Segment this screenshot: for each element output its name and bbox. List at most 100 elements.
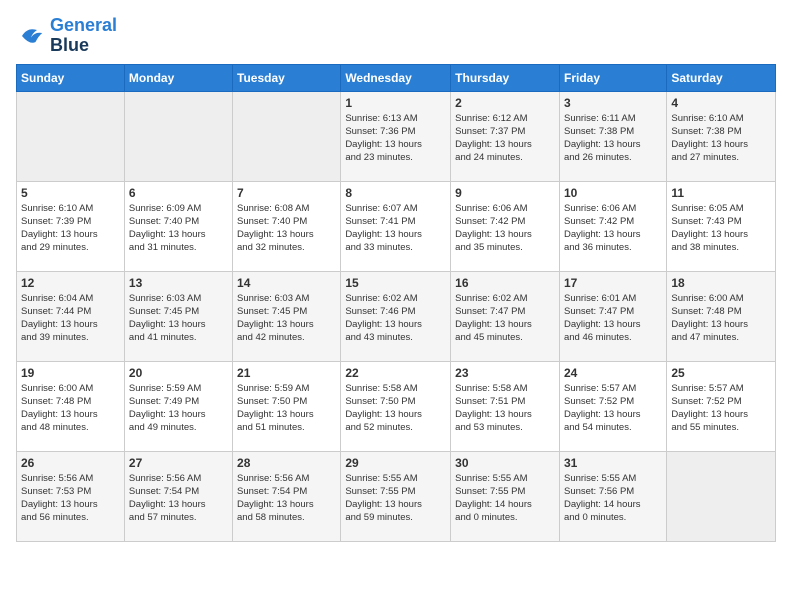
day-number: 16 [455, 276, 555, 290]
day-number: 10 [564, 186, 662, 200]
column-header-thursday: Thursday [451, 64, 560, 91]
day-info: Sunrise: 6:13 AM Sunset: 7:36 PM Dayligh… [345, 112, 446, 165]
day-info: Sunrise: 6:06 AM Sunset: 7:42 PM Dayligh… [564, 202, 662, 255]
day-info: Sunrise: 5:56 AM Sunset: 7:54 PM Dayligh… [129, 472, 228, 525]
calendar-cell: 12Sunrise: 6:04 AM Sunset: 7:44 PM Dayli… [17, 271, 125, 361]
day-number: 1 [345, 96, 446, 110]
day-info: Sunrise: 5:58 AM Sunset: 7:50 PM Dayligh… [345, 382, 446, 435]
calendar-cell: 31 Sunrise: 5:55 AM Sunset: 7:56 PM Dayli… [559, 451, 666, 541]
day-number: 3 [564, 96, 662, 110]
column-header-sunday: Sunday [17, 64, 125, 91]
day-info: Sunrise: 6:00 AM Sunset: 7:48 PM Dayligh… [671, 292, 771, 345]
calendar-table: SundayMondayTuesdayWednesdayThursdayFrid… [16, 64, 776, 542]
day-info: Sunrise: 6:10 AM Sunset: 7:38 PM Dayligh… [671, 112, 771, 165]
column-header-saturday: Saturday [667, 64, 776, 91]
day-info: Sunrise: 6:07 AM Sunset: 7:41 PM Dayligh… [345, 202, 446, 255]
calendar-cell: 28 Sunrise: 5:56 AM Sunset: 7:54 PM Dayli… [233, 451, 341, 541]
day-number: 11 [671, 186, 771, 200]
day-number: 27 [129, 456, 228, 470]
day-info: Sunrise: 5:55 AM Sunset: 7:55 PM Dayligh… [345, 472, 446, 525]
calendar-cell: 6Sunrise: 6:09 AM Sunset: 7:40 PM Daylig… [124, 181, 232, 271]
calendar-cell: 14 Sunrise: 6:03 AM Sunset: 7:45 PM Dayli… [233, 271, 341, 361]
calendar-cell: 1 Sunrise: 6:13 AM Sunset: 7:36 PM Daylig… [341, 91, 451, 181]
calendar-cell: 25 Sunrise: 5:57 AM Sunset: 7:52 PM Dayli… [667, 361, 776, 451]
day-info: Sunrise: 6:11 AM Sunset: 7:38 PM Dayligh… [564, 112, 662, 165]
day-info: Sunrise: 5:56 AM Sunset: 7:53 PM Dayligh… [21, 472, 120, 525]
week-row-2: 5 Sunrise: 6:10 AM Sunset: 7:39 PM Daylig… [17, 181, 776, 271]
calendar-cell: 17 Sunrise: 6:01 AM Sunset: 7:47 PM Dayli… [559, 271, 666, 361]
calendar-cell: 30Sunrise: 5:55 AM Sunset: 7:55 PM Dayli… [451, 451, 560, 541]
calendar-cell: 4 Sunrise: 6:10 AM Sunset: 7:38 PM Daylig… [667, 91, 776, 181]
week-row-5: 26 Sunrise: 5:56 AM Sunset: 7:53 PM Dayli… [17, 451, 776, 541]
day-info: Sunrise: 6:00 AM Sunset: 7:48 PM Dayligh… [21, 382, 120, 435]
day-info: Sunrise: 5:59 AM Sunset: 7:49 PM Dayligh… [129, 382, 228, 435]
column-header-wednesday: Wednesday [341, 64, 451, 91]
day-info: Sunrise: 5:57 AM Sunset: 7:52 PM Dayligh… [671, 382, 771, 435]
day-number: 14 [237, 276, 336, 290]
day-number: 31 [564, 456, 662, 470]
calendar-cell [17, 91, 125, 181]
day-info: Sunrise: 6:10 AM Sunset: 7:39 PM Dayligh… [21, 202, 120, 255]
week-row-4: 19 Sunrise: 6:00 AM Sunset: 7:48 PM Dayli… [17, 361, 776, 451]
day-number: 19 [21, 366, 120, 380]
day-info: Sunrise: 5:58 AM Sunset: 7:51 PM Dayligh… [455, 382, 555, 435]
day-number: 18 [671, 276, 771, 290]
calendar-cell: 29 Sunrise: 5:55 AM Sunset: 7:55 PM Dayli… [341, 451, 451, 541]
day-info: Sunrise: 5:55 AM Sunset: 7:56 PM Dayligh… [564, 472, 662, 525]
day-info: Sunrise: 5:57 AM Sunset: 7:52 PM Dayligh… [564, 382, 662, 435]
logo-icon [16, 21, 46, 51]
day-number: 13 [129, 276, 228, 290]
day-info: Sunrise: 6:12 AM Sunset: 7:37 PM Dayligh… [455, 112, 555, 165]
day-info: Sunrise: 6:04 AM Sunset: 7:44 PM Dayligh… [21, 292, 120, 345]
day-number: 5 [21, 186, 120, 200]
calendar-cell [124, 91, 232, 181]
day-number: 20 [129, 366, 228, 380]
calendar-cell: 26 Sunrise: 5:56 AM Sunset: 7:53 PM Dayli… [17, 451, 125, 541]
calendar-header-row: SundayMondayTuesdayWednesdayThursdayFrid… [17, 64, 776, 91]
day-info: Sunrise: 6:01 AM Sunset: 7:47 PM Dayligh… [564, 292, 662, 345]
calendar-cell: 8 Sunrise: 6:07 AM Sunset: 7:41 PM Daylig… [341, 181, 451, 271]
page-header: General Blue [16, 16, 776, 56]
column-header-friday: Friday [559, 64, 666, 91]
calendar-cell [667, 451, 776, 541]
calendar-cell: 27 Sunrise: 5:56 AM Sunset: 7:54 PM Dayli… [124, 451, 232, 541]
logo-text2: Blue [50, 36, 117, 56]
day-number: 28 [237, 456, 336, 470]
calendar-cell: 21 Sunrise: 5:59 AM Sunset: 7:50 PM Dayli… [233, 361, 341, 451]
day-info: Sunrise: 6:08 AM Sunset: 7:40 PM Dayligh… [237, 202, 336, 255]
day-number: 29 [345, 456, 446, 470]
column-header-tuesday: Tuesday [233, 64, 341, 91]
day-info: Sunrise: 6:09 AM Sunset: 7:40 PM Dayligh… [129, 202, 228, 255]
day-number: 7 [237, 186, 336, 200]
day-number: 25 [671, 366, 771, 380]
week-row-3: 12Sunrise: 6:04 AM Sunset: 7:44 PM Dayli… [17, 271, 776, 361]
calendar-body: 1 Sunrise: 6:13 AM Sunset: 7:36 PM Daylig… [17, 91, 776, 541]
calendar-cell: 3 Sunrise: 6:11 AM Sunset: 7:38 PM Daylig… [559, 91, 666, 181]
logo-text: General [50, 16, 117, 36]
calendar-cell: 16 Sunrise: 6:02 AM Sunset: 7:47 PM Dayli… [451, 271, 560, 361]
day-number: 8 [345, 186, 446, 200]
calendar-cell: 24 Sunrise: 5:57 AM Sunset: 7:52 PM Dayli… [559, 361, 666, 451]
calendar-cell: 13 Sunrise: 6:03 AM Sunset: 7:45 PM Dayli… [124, 271, 232, 361]
day-info: Sunrise: 6:03 AM Sunset: 7:45 PM Dayligh… [237, 292, 336, 345]
day-info: Sunrise: 6:05 AM Sunset: 7:43 PM Dayligh… [671, 202, 771, 255]
day-number: 23 [455, 366, 555, 380]
day-number: 4 [671, 96, 771, 110]
calendar-cell: 20 Sunrise: 5:59 AM Sunset: 7:49 PM Dayli… [124, 361, 232, 451]
day-number: 24 [564, 366, 662, 380]
calendar-cell: 7 Sunrise: 6:08 AM Sunset: 7:40 PM Daylig… [233, 181, 341, 271]
day-number: 17 [564, 276, 662, 290]
day-info: Sunrise: 6:02 AM Sunset: 7:46 PM Dayligh… [345, 292, 446, 345]
day-number: 21 [237, 366, 336, 380]
week-row-1: 1 Sunrise: 6:13 AM Sunset: 7:36 PM Daylig… [17, 91, 776, 181]
calendar-cell: 2 Sunrise: 6:12 AM Sunset: 7:37 PM Daylig… [451, 91, 560, 181]
column-header-monday: Monday [124, 64, 232, 91]
day-number: 26 [21, 456, 120, 470]
calendar-cell: 10 Sunrise: 6:06 AM Sunset: 7:42 PM Dayli… [559, 181, 666, 271]
day-number: 2 [455, 96, 555, 110]
day-info: Sunrise: 6:02 AM Sunset: 7:47 PM Dayligh… [455, 292, 555, 345]
day-info: Sunrise: 5:59 AM Sunset: 7:50 PM Dayligh… [237, 382, 336, 435]
calendar-cell [233, 91, 341, 181]
day-info: Sunrise: 6:03 AM Sunset: 7:45 PM Dayligh… [129, 292, 228, 345]
day-info: Sunrise: 5:56 AM Sunset: 7:54 PM Dayligh… [237, 472, 336, 525]
